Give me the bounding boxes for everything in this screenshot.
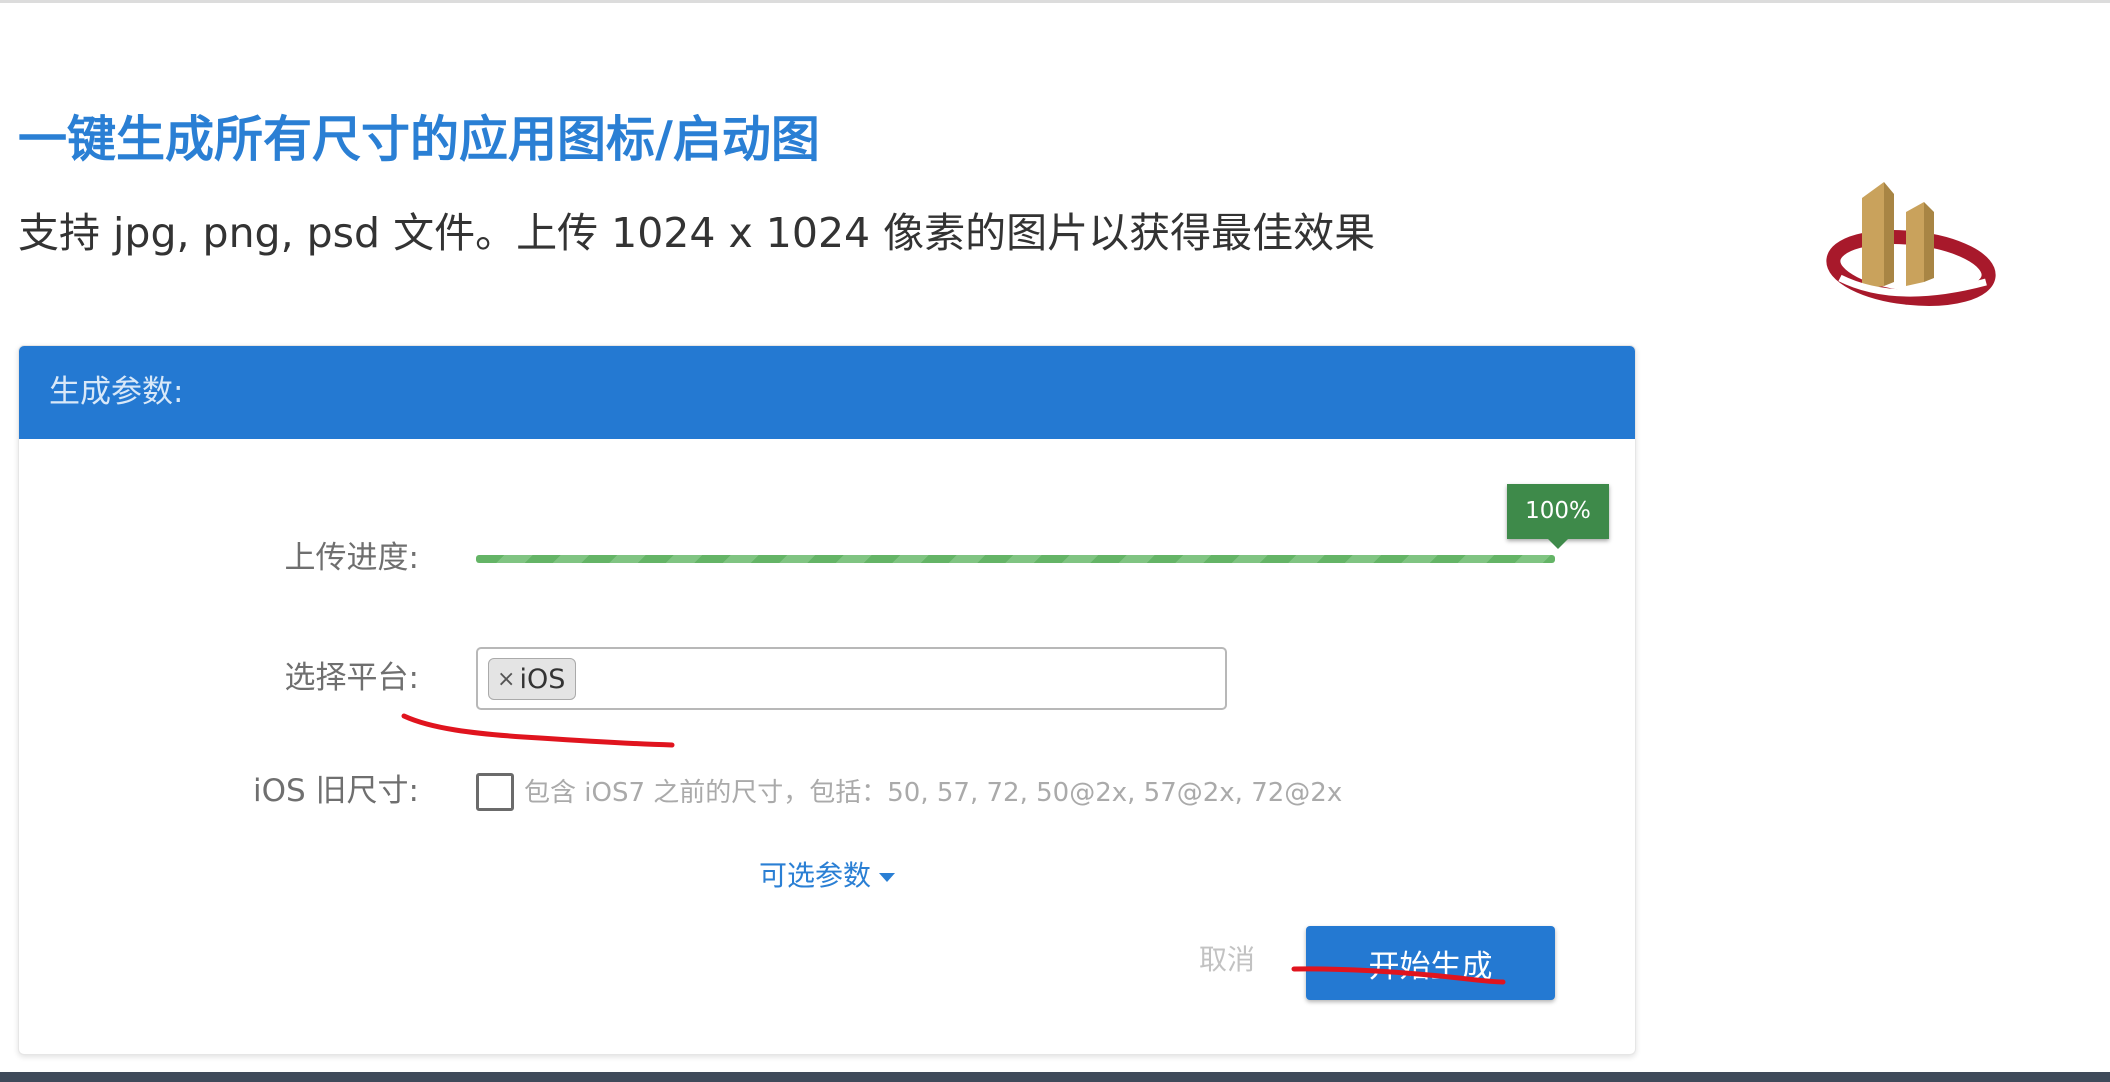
company-logo <box>1826 182 1996 306</box>
page-title: 一键生成所有尺寸的应用图标/启动图 <box>18 111 820 168</box>
top-divider <box>0 0 2110 3</box>
remove-tag-icon[interactable]: × <box>497 667 515 692</box>
cancel-button[interactable]: 取消 <box>1199 940 1255 980</box>
panel-header: 生成参数: <box>19 346 1635 439</box>
optional-params-toggle[interactable]: 可选参数 <box>759 856 896 896</box>
platform-label: 选择平台: <box>284 660 419 696</box>
start-generate-button[interactable]: 开始生成 <box>1306 926 1555 1000</box>
platform-tag-ios: × iOS <box>488 658 577 700</box>
legacy-sizes-checkbox[interactable] <box>476 773 514 811</box>
bottom-bar <box>0 1072 2110 1082</box>
caret-down-icon <box>879 872 896 882</box>
page-subtitle: 支持 jpg, png, psd 文件。上传 1024 x 1024 像素的图片… <box>18 209 1376 257</box>
optional-params-label: 可选参数 <box>759 859 872 892</box>
legacy-sizes-description: 包含 iOS7 之前的尺寸，包括：50, 57, 72, 50@2x, 57@2… <box>524 778 1343 808</box>
panel-title: 生成参数: <box>49 374 184 410</box>
progress-percent-badge: 100% <box>1507 484 1609 549</box>
legacy-sizes-label: iOS 旧尺寸: <box>253 773 419 809</box>
upload-progress-bar <box>476 555 1555 563</box>
upload-progress-label: 上传进度: <box>284 540 419 576</box>
platform-tag-label: iOS <box>519 663 566 695</box>
generation-params-panel: 生成参数: 上传进度: 100% 选择平台: × iOS iOS 旧尺寸: 包含… <box>18 345 1636 1055</box>
platform-select[interactable]: × iOS <box>476 647 1227 710</box>
